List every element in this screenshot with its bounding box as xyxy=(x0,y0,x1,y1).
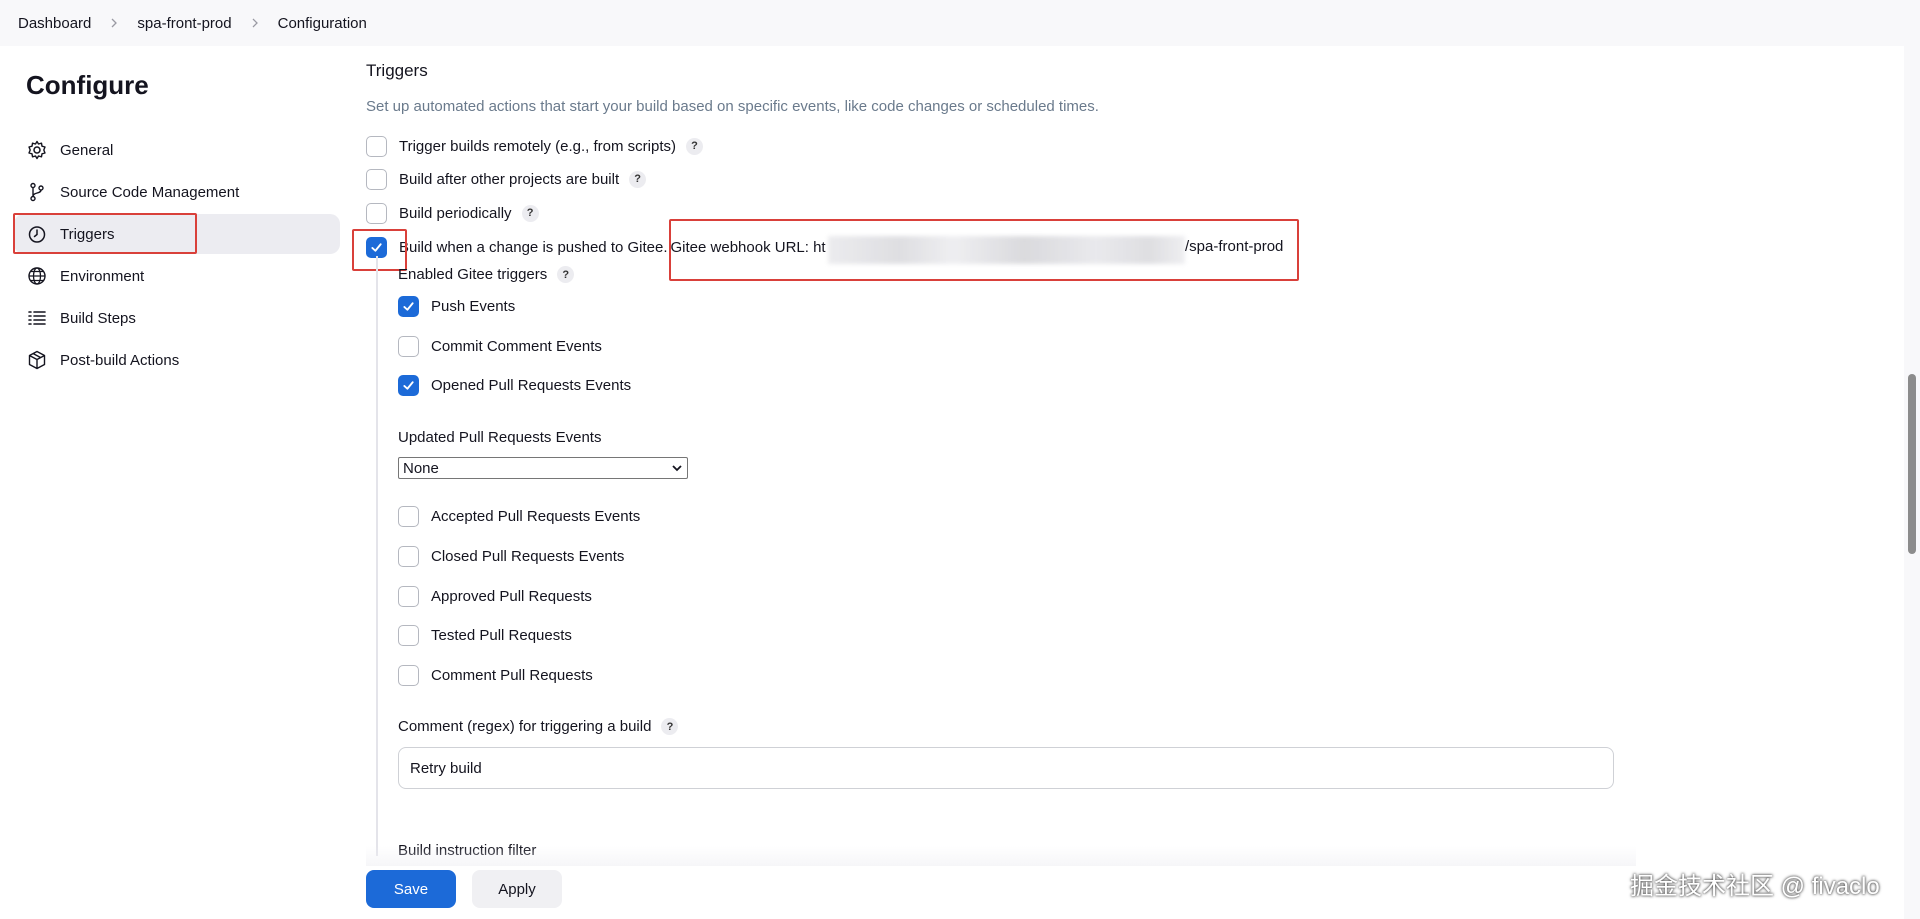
chevron-down-icon xyxy=(672,465,682,472)
checkbox[interactable] xyxy=(398,585,419,607)
checkbox[interactable] xyxy=(398,664,419,686)
approved-pull-requests-option[interactable]: Approved Pull Requests xyxy=(398,584,592,608)
checkbox-checked[interactable] xyxy=(398,374,419,396)
build-periodically-option[interactable]: Build periodically ? xyxy=(366,201,539,225)
checkbox-label: Push Events xyxy=(431,297,516,315)
redacted-url xyxy=(828,236,1185,264)
checkbox-label: Comment Pull Requests xyxy=(431,666,593,684)
comment-pull-requests-option[interactable]: Comment Pull Requests xyxy=(398,663,593,687)
sticky-footer-shadow xyxy=(366,846,1636,866)
label-text: Enabled Gitee triggers xyxy=(398,266,548,283)
section-title-triggers: Triggers xyxy=(366,61,428,80)
sidebar-item-label: General xyxy=(60,141,114,159)
checkbox[interactable] xyxy=(366,202,387,224)
checkbox-label: Opened Pull Requests Events xyxy=(431,376,632,394)
sidebar-item-triggers[interactable]: Triggers xyxy=(14,214,340,254)
accepted-pull-requests-option[interactable]: Accepted Pull Requests Events xyxy=(398,504,640,528)
sidebar-item-label: Build Steps xyxy=(60,309,136,327)
checkbox[interactable] xyxy=(366,168,387,190)
breadcrumb: Dashboard spa-front-prod Configuration xyxy=(0,0,1904,46)
checkbox-label: Tested Pull Requests xyxy=(431,626,572,644)
sidebar-nav: General Source Code Management Triggers … xyxy=(14,130,340,382)
opened-pull-requests-events-option[interactable]: Opened Pull Requests Events xyxy=(398,373,631,397)
sidebar-item-general[interactable]: General xyxy=(14,130,340,170)
checkmark-icon xyxy=(403,301,414,311)
gear-icon xyxy=(26,139,48,161)
comment-regex-input[interactable]: Retry build xyxy=(398,747,1614,789)
help-icon[interactable]: ? xyxy=(557,266,575,283)
breadcrumb-dashboard[interactable]: Dashboard xyxy=(18,15,91,32)
apply-button[interactable]: Apply xyxy=(472,870,562,908)
checkbox-checked[interactable] xyxy=(398,295,419,317)
push-events-option[interactable]: Push Events xyxy=(398,294,515,318)
commit-comment-events-option[interactable]: Commit Comment Events xyxy=(398,334,602,358)
checkbox-label: Build after other projects are built xyxy=(399,170,620,188)
updated-pull-requests-select[interactable]: None xyxy=(398,457,688,479)
help-icon[interactable]: ? xyxy=(661,718,679,735)
chevron-right-icon xyxy=(250,18,260,28)
checkbox-label: Accepted Pull Requests Events xyxy=(431,507,641,525)
checkbox[interactable] xyxy=(398,545,419,567)
sidebar-item-label: Post-build Actions xyxy=(60,351,180,369)
input-value: Retry build xyxy=(410,759,482,777)
checkbox[interactable] xyxy=(398,335,419,357)
checkmark-icon xyxy=(403,380,414,390)
checkbox-label: Commit Comment Events xyxy=(431,337,602,355)
package-icon xyxy=(26,349,48,371)
build-after-other-option[interactable]: Build after other projects are built ? xyxy=(366,167,647,191)
scrollbar-thumb[interactable] xyxy=(1908,374,1916,554)
help-icon[interactable]: ? xyxy=(521,204,539,222)
breadcrumb-configuration[interactable]: Configuration xyxy=(278,15,367,32)
sidebar-item-label: Triggers xyxy=(60,225,115,243)
timer-icon xyxy=(26,223,48,245)
nested-indent-bar xyxy=(376,256,378,856)
sidebar-item-environment[interactable]: Environment xyxy=(14,256,340,296)
section-description: Set up automated actions that start your… xyxy=(366,98,1099,115)
list-icon xyxy=(26,307,48,329)
sidebar-item-label: Source Code Management xyxy=(60,183,240,201)
watermark: 掘金技术社区 @ fivaclo xyxy=(1630,873,1880,900)
sidebar-item-post-build-actions[interactable]: Post-build Actions xyxy=(14,340,340,380)
checkbox-label: Closed Pull Requests Events xyxy=(431,547,625,565)
help-icon[interactable]: ? xyxy=(686,137,704,155)
sidebar-item-source-code-management[interactable]: Source Code Management xyxy=(14,172,340,212)
checkbox[interactable] xyxy=(366,135,387,157)
updated-pull-requests-label: Updated Pull Requests Events xyxy=(398,429,602,446)
enabled-gitee-triggers-label: Enabled Gitee triggers ? xyxy=(398,266,575,283)
comment-regex-label: Comment (regex) for triggering a build ? xyxy=(398,718,679,735)
label-text: Comment (regex) for triggering a build xyxy=(398,718,652,735)
trigger-remote-option[interactable]: Trigger builds remotely (e.g., from scri… xyxy=(366,134,704,158)
checkbox[interactable] xyxy=(398,624,419,646)
select-value: None xyxy=(403,459,439,477)
checkbox-label: Approved Pull Requests xyxy=(431,587,592,605)
webhook-url-label: Gitee webhook URL: ht xyxy=(670,238,826,256)
checkbox-label: Build periodically xyxy=(399,204,512,222)
webhook-url-suffix: /spa-front-prod xyxy=(1185,238,1284,255)
closed-pull-requests-option[interactable]: Closed Pull Requests Events xyxy=(398,544,624,568)
page-title: Configure xyxy=(26,70,149,100)
save-button[interactable]: Save xyxy=(366,870,456,908)
sidebar-item-build-steps[interactable]: Build Steps xyxy=(14,298,340,338)
help-icon[interactable]: ? xyxy=(629,170,647,188)
globe-icon xyxy=(26,265,48,287)
branch-icon xyxy=(26,181,48,203)
checkbox-label: Trigger builds remotely (e.g., from scri… xyxy=(399,137,677,155)
tested-pull-requests-option[interactable]: Tested Pull Requests xyxy=(398,623,572,647)
checkbox-label: Build when a change is pushed to Gitee. xyxy=(399,238,668,256)
sidebar-item-label: Environment xyxy=(60,267,145,285)
checkbox[interactable] xyxy=(398,505,419,527)
chevron-right-icon xyxy=(109,18,119,28)
breadcrumb-project[interactable]: spa-front-prod xyxy=(137,15,231,32)
checkbox-checked[interactable] xyxy=(366,236,387,258)
build-on-gitee-push-option[interactable]: Build when a change is pushed to Gitee. … xyxy=(366,235,826,259)
checkmark-icon xyxy=(371,242,382,252)
